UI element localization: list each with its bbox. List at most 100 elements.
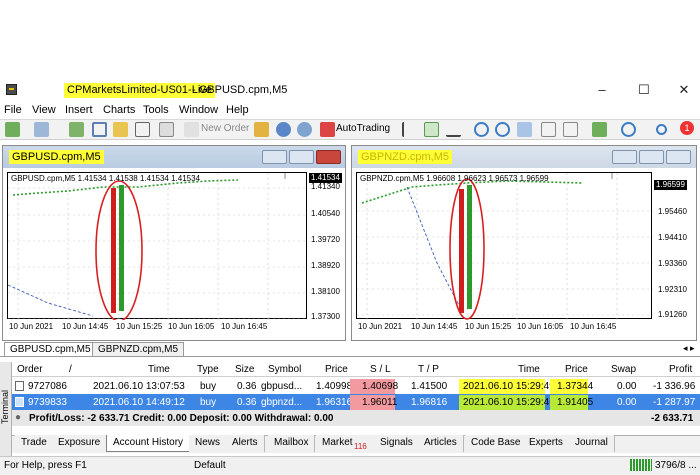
chart-window-gbpnzd[interactable]: GBPNZD.cpm,M5 GBPNZD.cpm,M5 1.96608 1.96… bbox=[351, 145, 697, 341]
x-tick-label: 10 Jun 2021 bbox=[358, 322, 403, 331]
tab-account-history[interactable]: Account History bbox=[106, 435, 191, 452]
menu-insert[interactable]: Insert bbox=[65, 104, 93, 116]
menu-charts[interactable]: Charts bbox=[103, 104, 135, 116]
tile-windows-icon[interactable] bbox=[517, 122, 532, 137]
tester-icon[interactable] bbox=[159, 122, 174, 137]
status-profile: Default bbox=[194, 460, 226, 471]
col-header-swap[interactable]: Swap bbox=[611, 364, 636, 375]
periods-icon[interactable] bbox=[621, 122, 636, 137]
tab-trade[interactable]: Trade bbox=[15, 435, 54, 452]
market-badge: 116 bbox=[354, 442, 367, 451]
menu-file[interactable]: File bbox=[4, 104, 22, 116]
chart-maximize-button[interactable] bbox=[639, 150, 664, 164]
x-tick-label: 10 Jun 16:45 bbox=[221, 322, 268, 331]
tab-journal[interactable]: Journal bbox=[569, 435, 615, 452]
zoom-in-icon[interactable] bbox=[474, 122, 489, 137]
col-header-symbol[interactable]: Symbol bbox=[268, 364, 301, 375]
take-profit: 1.96816 bbox=[411, 397, 448, 408]
y-tick-label: 1.94410 bbox=[658, 233, 687, 242]
terminal-icon[interactable] bbox=[135, 122, 150, 137]
crosshair-icon[interactable] bbox=[92, 122, 107, 137]
menu-view[interactable]: View bbox=[32, 104, 56, 116]
notifications-badge[interactable]: 1 bbox=[680, 121, 694, 135]
chart-shift-icon[interactable] bbox=[563, 122, 578, 137]
tab-code-base[interactable]: Code Base bbox=[465, 435, 528, 452]
tab-market[interactable]: Market bbox=[316, 435, 380, 452]
chart-minimize-button[interactable] bbox=[262, 150, 287, 164]
col-header-sl[interactable]: S / L bbox=[370, 364, 391, 375]
price-plot[interactable]: GBPUSD.cpm,M5 1.41534 1.41538 1.41534 1.… bbox=[7, 172, 308, 322]
signals-icon[interactable] bbox=[276, 122, 291, 137]
candlestick-icon[interactable] bbox=[424, 122, 439, 137]
new-order-icon[interactable] bbox=[184, 122, 199, 137]
chart-close-button[interactable] bbox=[666, 150, 691, 164]
navigator-icon[interactable] bbox=[113, 122, 128, 137]
vps-icon[interactable] bbox=[297, 122, 312, 137]
summary-text: Profit/Loss: -2 633.71 Credit: 0.00 Depo… bbox=[29, 413, 334, 424]
chart-window-header[interactable]: GBPNZD.cpm,M5 bbox=[352, 146, 696, 168]
col-header-time[interactable]: Time bbox=[148, 364, 170, 375]
new-chart-icon[interactable] bbox=[5, 122, 20, 137]
market-watch-icon[interactable] bbox=[69, 122, 84, 137]
chart-info-line: GBPNZD.cpm,M5 1.96608 1.96623 1.96573 1.… bbox=[360, 174, 549, 183]
terminal-side-label: Terminal bbox=[0, 389, 11, 425]
col-header-close-time[interactable]: Time bbox=[518, 364, 540, 375]
x-tick-label: 10 Jun 16:05 bbox=[168, 322, 215, 331]
minimize-button[interactable]: – bbox=[588, 80, 616, 100]
bar-chart-icon[interactable] bbox=[402, 122, 417, 137]
col-header-size[interactable]: Size bbox=[235, 364, 254, 375]
line-chart-icon[interactable] bbox=[446, 122, 461, 137]
chart-tab-gbpusd[interactable]: GBPUSD.cpm,M5 bbox=[4, 342, 97, 357]
close-time: 2021.06.10 15:29:46 bbox=[463, 397, 555, 408]
search-icon[interactable] bbox=[656, 124, 667, 135]
metaeditor-icon[interactable] bbox=[254, 122, 269, 137]
col-header-close-price[interactable]: Price bbox=[565, 364, 588, 375]
tab-exposure[interactable]: Exposure bbox=[52, 435, 108, 452]
tab-mailbox[interactable]: Mailbox bbox=[268, 435, 316, 452]
col-header-type[interactable]: Type bbox=[197, 364, 219, 375]
tab-scroll-arrows[interactable]: ◂ ▸ bbox=[683, 343, 695, 354]
x-tick-label: 10 Jun 14:45 bbox=[62, 322, 109, 331]
chart-window-gbpusd[interactable]: GBPUSD.cpm,M5 GBPUSD.cpm,M5 1.41534 1.41… bbox=[2, 145, 346, 341]
tab-experts[interactable]: Experts bbox=[523, 435, 570, 452]
col-header-sort[interactable]: / bbox=[69, 364, 72, 375]
chart-window-header[interactable]: GBPUSD.cpm,M5 bbox=[3, 146, 345, 168]
profiles-icon[interactable] bbox=[34, 122, 49, 137]
indicators-icon[interactable] bbox=[592, 122, 607, 137]
chart-maximize-button[interactable] bbox=[289, 150, 314, 164]
price-plot[interactable]: GBPNZD.cpm,M5 1.96608 1.96623 1.96573 1.… bbox=[356, 172, 653, 320]
scroll-chart-icon[interactable] bbox=[541, 122, 556, 137]
chart-tab-gbpnzd[interactable]: GBPNZD.cpm,M5 bbox=[92, 342, 185, 357]
order-number: 9727086 bbox=[28, 381, 67, 392]
menu-window[interactable]: Window bbox=[179, 104, 218, 116]
autotrading-button[interactable]: AutoTrading bbox=[336, 123, 390, 134]
autotrading-icon[interactable] bbox=[320, 122, 335, 137]
tab-signals[interactable]: Signals bbox=[374, 435, 420, 452]
tab-news[interactable]: News bbox=[189, 435, 228, 452]
menu-tools[interactable]: Tools bbox=[143, 104, 169, 116]
maximize-button[interactable]: ☐ bbox=[630, 80, 658, 100]
header-divider bbox=[12, 376, 700, 377]
col-header-profit[interactable]: Profit bbox=[669, 364, 692, 375]
status-help-text: For Help, press F1 bbox=[4, 460, 87, 471]
chart-minimize-button[interactable] bbox=[612, 150, 637, 164]
order-doc-icon bbox=[15, 381, 24, 391]
new-order-button[interactable]: New Order bbox=[201, 123, 249, 134]
col-header-order[interactable]: Order bbox=[17, 364, 43, 375]
connection-indicator-icon bbox=[630, 459, 652, 471]
close-price: 1.37344 bbox=[557, 381, 594, 392]
tab-articles[interactable]: Articles bbox=[418, 435, 464, 452]
x-tick-label: 10 Jun 14:45 bbox=[411, 322, 458, 331]
tab-alerts[interactable]: Alerts bbox=[226, 435, 265, 452]
open-price: 1.96316 bbox=[316, 397, 353, 408]
status-bar bbox=[0, 456, 700, 475]
terminal-side-bar: Terminal bbox=[0, 362, 12, 456]
menu-help[interactable]: Help bbox=[226, 104, 249, 116]
col-header-tp[interactable]: T / P bbox=[418, 364, 439, 375]
y-tick-label: 1.95460 bbox=[658, 207, 687, 216]
chart-close-button[interactable] bbox=[316, 150, 341, 164]
window-title-symbol: - GBPUSD.cpm,M5 bbox=[192, 84, 288, 96]
zoom-out-icon[interactable] bbox=[495, 122, 510, 137]
close-button[interactable]: ✕ bbox=[670, 80, 698, 100]
col-header-price[interactable]: Price bbox=[325, 364, 348, 375]
